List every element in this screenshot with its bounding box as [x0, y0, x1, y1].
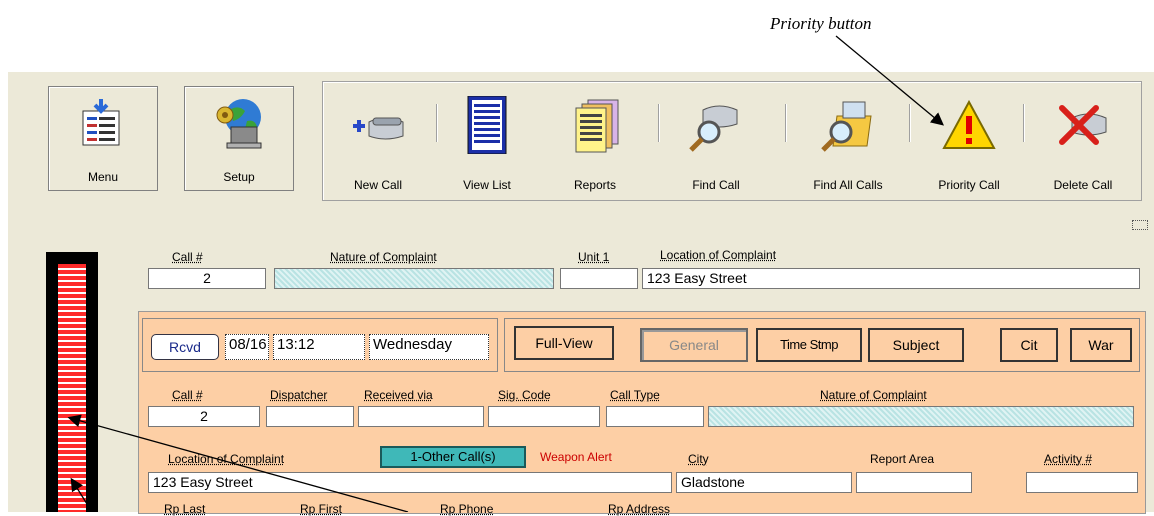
citation-tab[interactable]: Cit: [1000, 328, 1058, 362]
rcvd-button[interactable]: Rcvd: [151, 334, 219, 360]
other-calls-button[interactable]: 1-Other Call(s): [380, 446, 526, 468]
find-call-icon: [689, 105, 738, 152]
received-time-field[interactable]: 13:12: [273, 334, 365, 360]
view-list-button[interactable]: View List: [439, 82, 535, 200]
report-area-label: Report Area: [870, 452, 935, 466]
top-nature-field[interactable]: [274, 268, 554, 289]
new-call-label: New Call: [353, 178, 402, 192]
find-all-calls-icon: [821, 101, 872, 152]
warrant-tab[interactable]: War: [1070, 328, 1132, 362]
full-view-button[interactable]: Full-View: [514, 326, 614, 360]
main-toolbar: New Call View List Reports Find Call Fin…: [322, 81, 1142, 201]
delete-call-label: Delete Call: [1053, 178, 1113, 192]
rp-address-label: Rp Address: [608, 502, 671, 516]
detail-call-no-label: Call #: [172, 388, 203, 402]
toolbar-grip[interactable]: [1132, 220, 1148, 230]
sig-code-field[interactable]: [488, 406, 600, 427]
dispatcher-field[interactable]: [266, 406, 354, 427]
dispatcher-label: Dispatcher: [270, 388, 328, 402]
subject-tab[interactable]: Subject: [868, 328, 964, 362]
priority-meter: [46, 252, 98, 512]
report-area-field[interactable]: [856, 472, 972, 493]
weapon-alert-label: Weapon Alert: [540, 450, 612, 464]
find-all-calls-label: Find All Calls: [813, 178, 883, 192]
new-call-button[interactable]: New Call: [323, 82, 433, 200]
city-field[interactable]: Gladstone: [676, 472, 852, 493]
detail-nature-label: Nature of Complaint: [820, 388, 927, 402]
sig-code-label: Sig. Code: [498, 388, 551, 402]
received-day-field[interactable]: Wednesday: [369, 334, 489, 360]
priority-call-button[interactable]: Priority Call: [913, 82, 1025, 200]
general-tab[interactable]: General: [640, 328, 748, 362]
top-location-label: Location of Complaint: [660, 248, 777, 262]
reports-label: Reports: [573, 178, 617, 192]
detail-location-field[interactable]: 123 Easy Street: [148, 472, 672, 493]
rp-first-label: Rp First: [300, 502, 342, 516]
priority-call-label: Priority Call: [938, 178, 1000, 192]
detail-nature-field[interactable]: [708, 406, 1134, 427]
top-location-field[interactable]: 123 Easy Street: [642, 268, 1140, 289]
warning-icon: [942, 99, 996, 149]
activity-label: Activity #: [1044, 452, 1093, 466]
menu-icon: [82, 99, 120, 146]
setup-globe-icon: [216, 99, 262, 149]
received-via-field[interactable]: [358, 406, 484, 427]
top-unit-label: Unit 1: [578, 250, 610, 264]
top-call-no-field[interactable]: 2: [148, 268, 266, 289]
detail-call-no-field[interactable]: 2: [148, 406, 260, 427]
find-call-label: Find Call: [692, 178, 740, 192]
delete-call-icon: [1059, 105, 1107, 145]
top-nature-label: Nature of Complaint: [330, 250, 437, 264]
rp-phone-label: Rp Phone: [440, 502, 494, 516]
find-call-button[interactable]: Find Call: [661, 82, 771, 200]
delete-call-button[interactable]: Delete Call: [1027, 82, 1139, 200]
detail-location-label: Location of Complaint: [168, 452, 285, 466]
setup-button[interactable]: Setup: [184, 86, 294, 191]
city-label: City: [688, 452, 709, 466]
reports-icon: [575, 99, 619, 153]
priority-meter-bar: [58, 264, 86, 512]
new-call-phone-icon: [353, 117, 404, 140]
top-call-no-label: Call #: [172, 250, 203, 264]
received-via-label: Received via: [364, 388, 433, 402]
menu-label: Menu: [87, 170, 119, 184]
view-list-label: View List: [463, 178, 511, 192]
menu-button[interactable]: Menu: [48, 86, 158, 191]
setup-label: Setup: [223, 170, 255, 184]
time-stamp-tab[interactable]: Time Stmp: [756, 328, 862, 362]
call-type-label: Call Type: [610, 388, 660, 402]
call-type-field[interactable]: [606, 406, 704, 427]
find-all-calls-button[interactable]: Find All Calls: [788, 82, 908, 200]
priority-button-caption: Priority button: [770, 14, 872, 33]
top-unit-field[interactable]: [560, 268, 638, 289]
reports-button[interactable]: Reports: [545, 82, 645, 200]
activity-field[interactable]: [1026, 472, 1138, 493]
view-list-icon: [467, 96, 507, 154]
received-date-field[interactable]: 08/16: [225, 334, 269, 360]
rp-last-label: Rp Last: [164, 502, 206, 516]
